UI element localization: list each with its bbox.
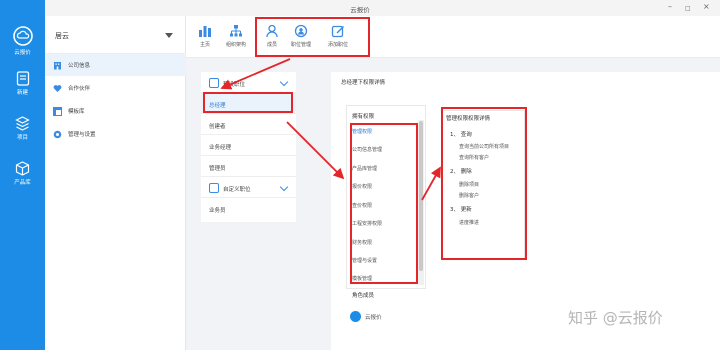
annotation-arrows	[220, 58, 441, 201]
watermark: 知乎 @云报价	[568, 309, 663, 327]
arrow-3	[421, 166, 441, 201]
arrow-2	[286, 121, 345, 180]
arrow-1	[220, 58, 291, 90]
